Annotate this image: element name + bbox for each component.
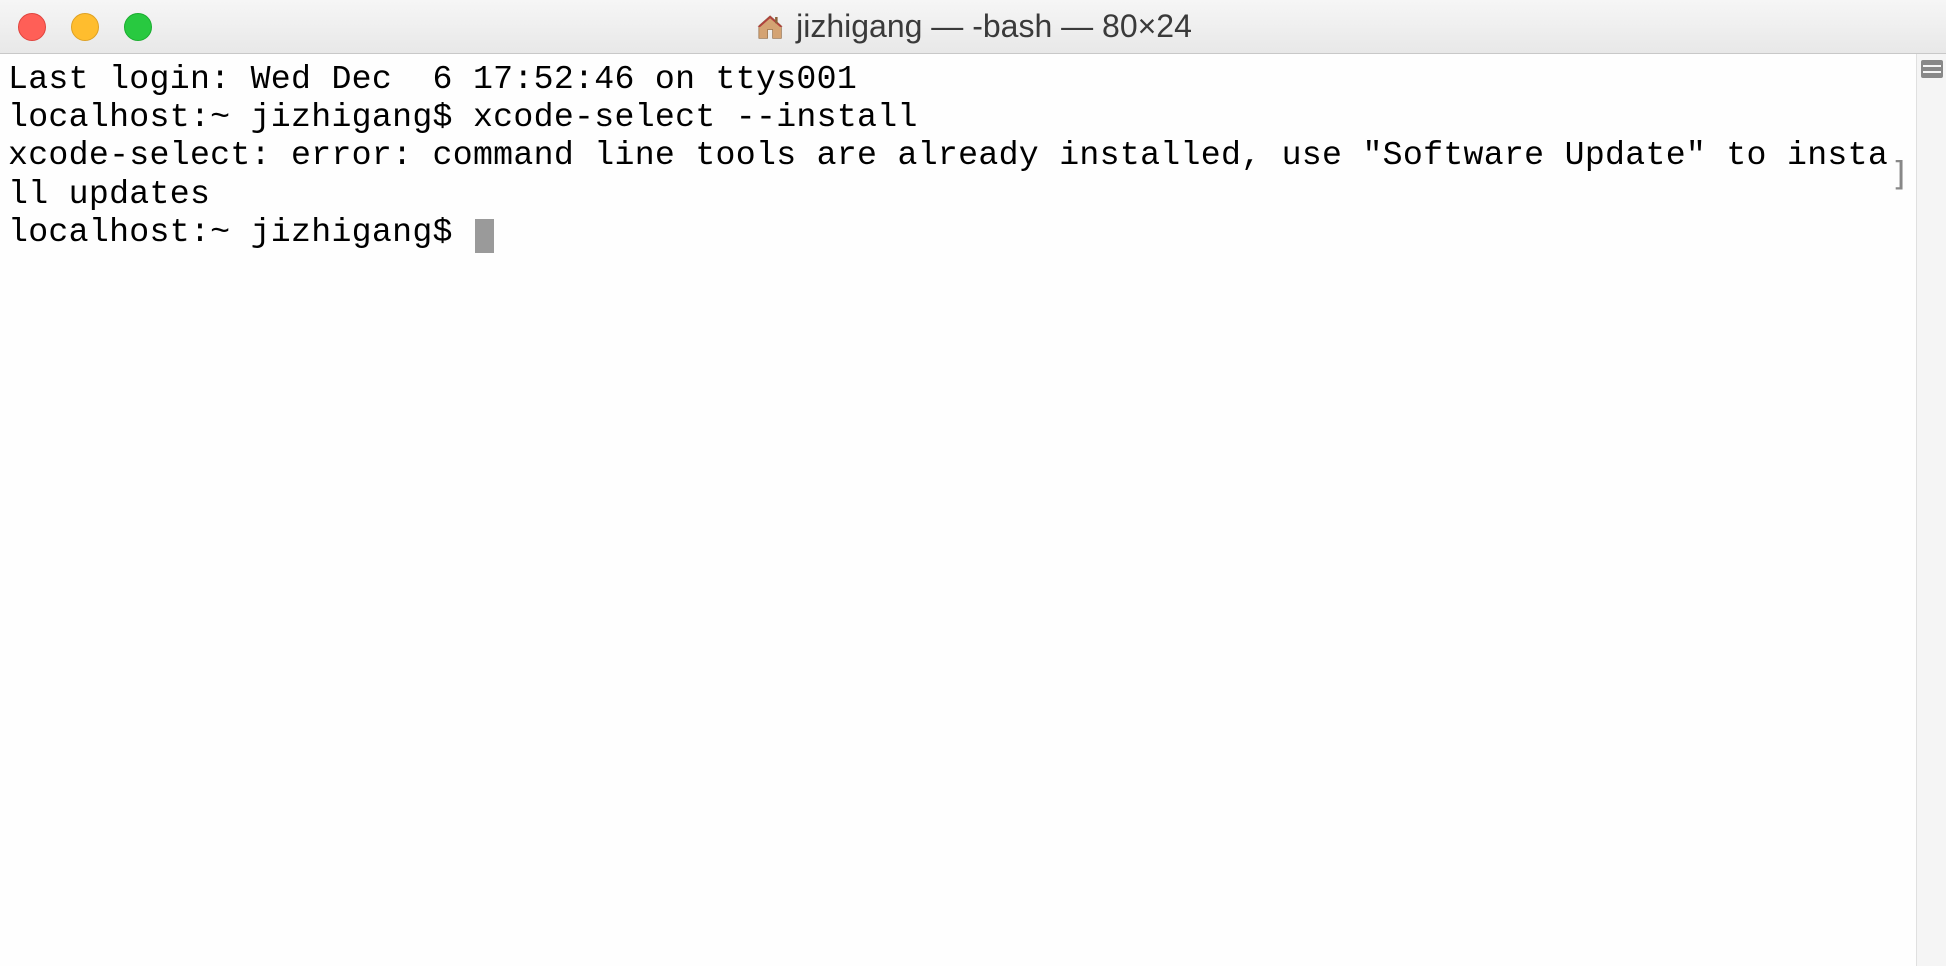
terminal-output-line: xcode-select: error: command line tools …	[8, 136, 1908, 212]
terminal-output-line: Last login: Wed Dec 6 17:52:46 on ttys00…	[8, 60, 1908, 98]
cursor	[475, 219, 494, 253]
bracket-marker: ]	[1890, 154, 1910, 193]
sidebar-toggle-icon[interactable]	[1921, 60, 1943, 78]
minimize-button[interactable]	[71, 13, 99, 41]
terminal-output-line: localhost:~ jizhigang$ xcode-select --in…	[8, 98, 1908, 136]
window-title: jizhigang — -bash — 80×24	[796, 8, 1192, 45]
scrollbar-gutter[interactable]	[1916, 54, 1946, 966]
maximize-button[interactable]	[124, 13, 152, 41]
home-icon	[754, 11, 786, 43]
close-button[interactable]	[18, 13, 46, 41]
terminal-window: jizhigang — -bash — 80×24 Last login: We…	[0, 0, 1946, 966]
window-title-container: jizhigang — -bash — 80×24	[754, 8, 1192, 45]
content-wrapper: Last login: Wed Dec 6 17:52:46 on ttys00…	[0, 54, 1946, 966]
terminal-body[interactable]: Last login: Wed Dec 6 17:52:46 on ttys00…	[0, 54, 1916, 966]
titlebar[interactable]: jizhigang — -bash — 80×24	[0, 0, 1946, 54]
terminal-prompt: localhost:~ jizhigang$	[8, 213, 473, 251]
window-controls	[0, 13, 152, 41]
